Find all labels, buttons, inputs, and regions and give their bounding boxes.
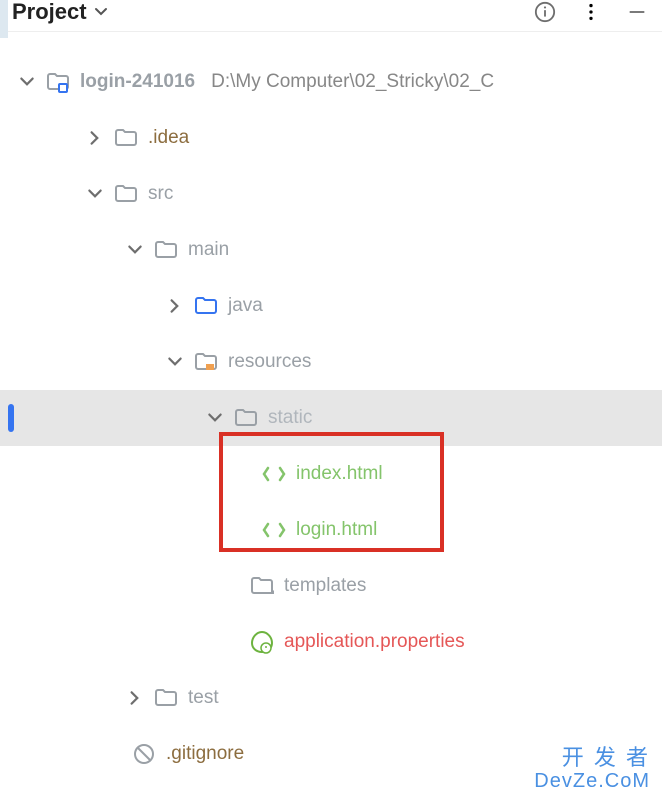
html-file-icon xyxy=(262,462,286,486)
project-panel-header: Project xyxy=(0,0,662,32)
chevron-right-icon xyxy=(126,689,144,707)
tree-label: resources xyxy=(228,351,311,373)
project-tree: login-241016 D:\My Computer\02_Stricky\0… xyxy=(0,32,662,782)
tree-item-java[interactable]: java xyxy=(0,278,662,334)
watermark-line2: DevZe.CoM xyxy=(534,770,650,792)
tree-label: static xyxy=(268,407,312,429)
chevron-right-icon xyxy=(166,297,184,315)
tree-item-test[interactable]: test xyxy=(0,670,662,726)
tree-root-path: D:\My Computer\02_Stricky\02_C xyxy=(211,71,494,93)
folder-icon xyxy=(250,574,274,598)
folder-icon xyxy=(154,686,178,710)
folder-icon xyxy=(114,126,138,150)
tree-label: java xyxy=(228,295,263,317)
spring-boot-icon xyxy=(250,630,274,654)
tree-root-row[interactable]: login-241016 D:\My Computer\02_Stricky\0… xyxy=(0,54,662,110)
panel-title: Project xyxy=(12,0,87,25)
tree-item-static[interactable]: static xyxy=(0,390,662,446)
tree-label: src xyxy=(148,183,173,205)
tree-label: test xyxy=(188,687,219,709)
tree-label: login.html xyxy=(296,519,377,541)
watermark: 开 发 者 DevZe.CoM xyxy=(534,746,650,792)
html-file-icon xyxy=(262,518,286,542)
chevron-down-icon xyxy=(166,353,184,371)
folder-icon xyxy=(234,406,258,430)
tree-item-application-properties[interactable]: application.properties xyxy=(0,614,662,670)
collapse-icon[interactable] xyxy=(626,1,648,23)
gitignore-icon xyxy=(132,742,156,766)
source-folder-icon xyxy=(194,294,218,318)
folder-icon xyxy=(154,238,178,262)
tree-label: index.html xyxy=(296,463,383,485)
panel-actions xyxy=(534,1,650,23)
tree-label: .idea xyxy=(148,127,189,149)
chevron-right-icon xyxy=(86,129,104,147)
resources-folder-icon xyxy=(194,350,218,374)
chevron-down-icon xyxy=(206,409,224,427)
chevron-down-icon xyxy=(126,241,144,259)
tree-label: main xyxy=(188,239,229,261)
folder-icon xyxy=(114,182,138,206)
tree-item-resources[interactable]: resources xyxy=(0,334,662,390)
tree-label: application.properties xyxy=(284,631,465,653)
tree-item-templates[interactable]: templates xyxy=(0,558,662,614)
chevron-down-icon xyxy=(86,185,104,203)
chevron-down-icon xyxy=(93,4,109,20)
tree-root-label: login-241016 xyxy=(80,71,195,93)
left-edge-marker xyxy=(0,0,8,38)
project-folder-icon xyxy=(46,70,70,94)
info-icon[interactable] xyxy=(534,1,556,23)
tree-item-main[interactable]: main xyxy=(0,222,662,278)
tree-item-index-html[interactable]: index.html xyxy=(0,446,662,502)
tree-label: .gitignore xyxy=(166,743,244,765)
tree-label: templates xyxy=(284,575,366,597)
project-panel-title-group[interactable]: Project xyxy=(12,0,109,25)
more-icon[interactable] xyxy=(580,1,602,23)
tree-item-idea[interactable]: .idea xyxy=(0,110,662,166)
chevron-down-icon xyxy=(18,73,36,91)
tree-item-login-html[interactable]: login.html xyxy=(0,502,662,558)
watermark-line1: 开 发 者 xyxy=(562,745,650,770)
tree-item-src[interactable]: src xyxy=(0,166,662,222)
